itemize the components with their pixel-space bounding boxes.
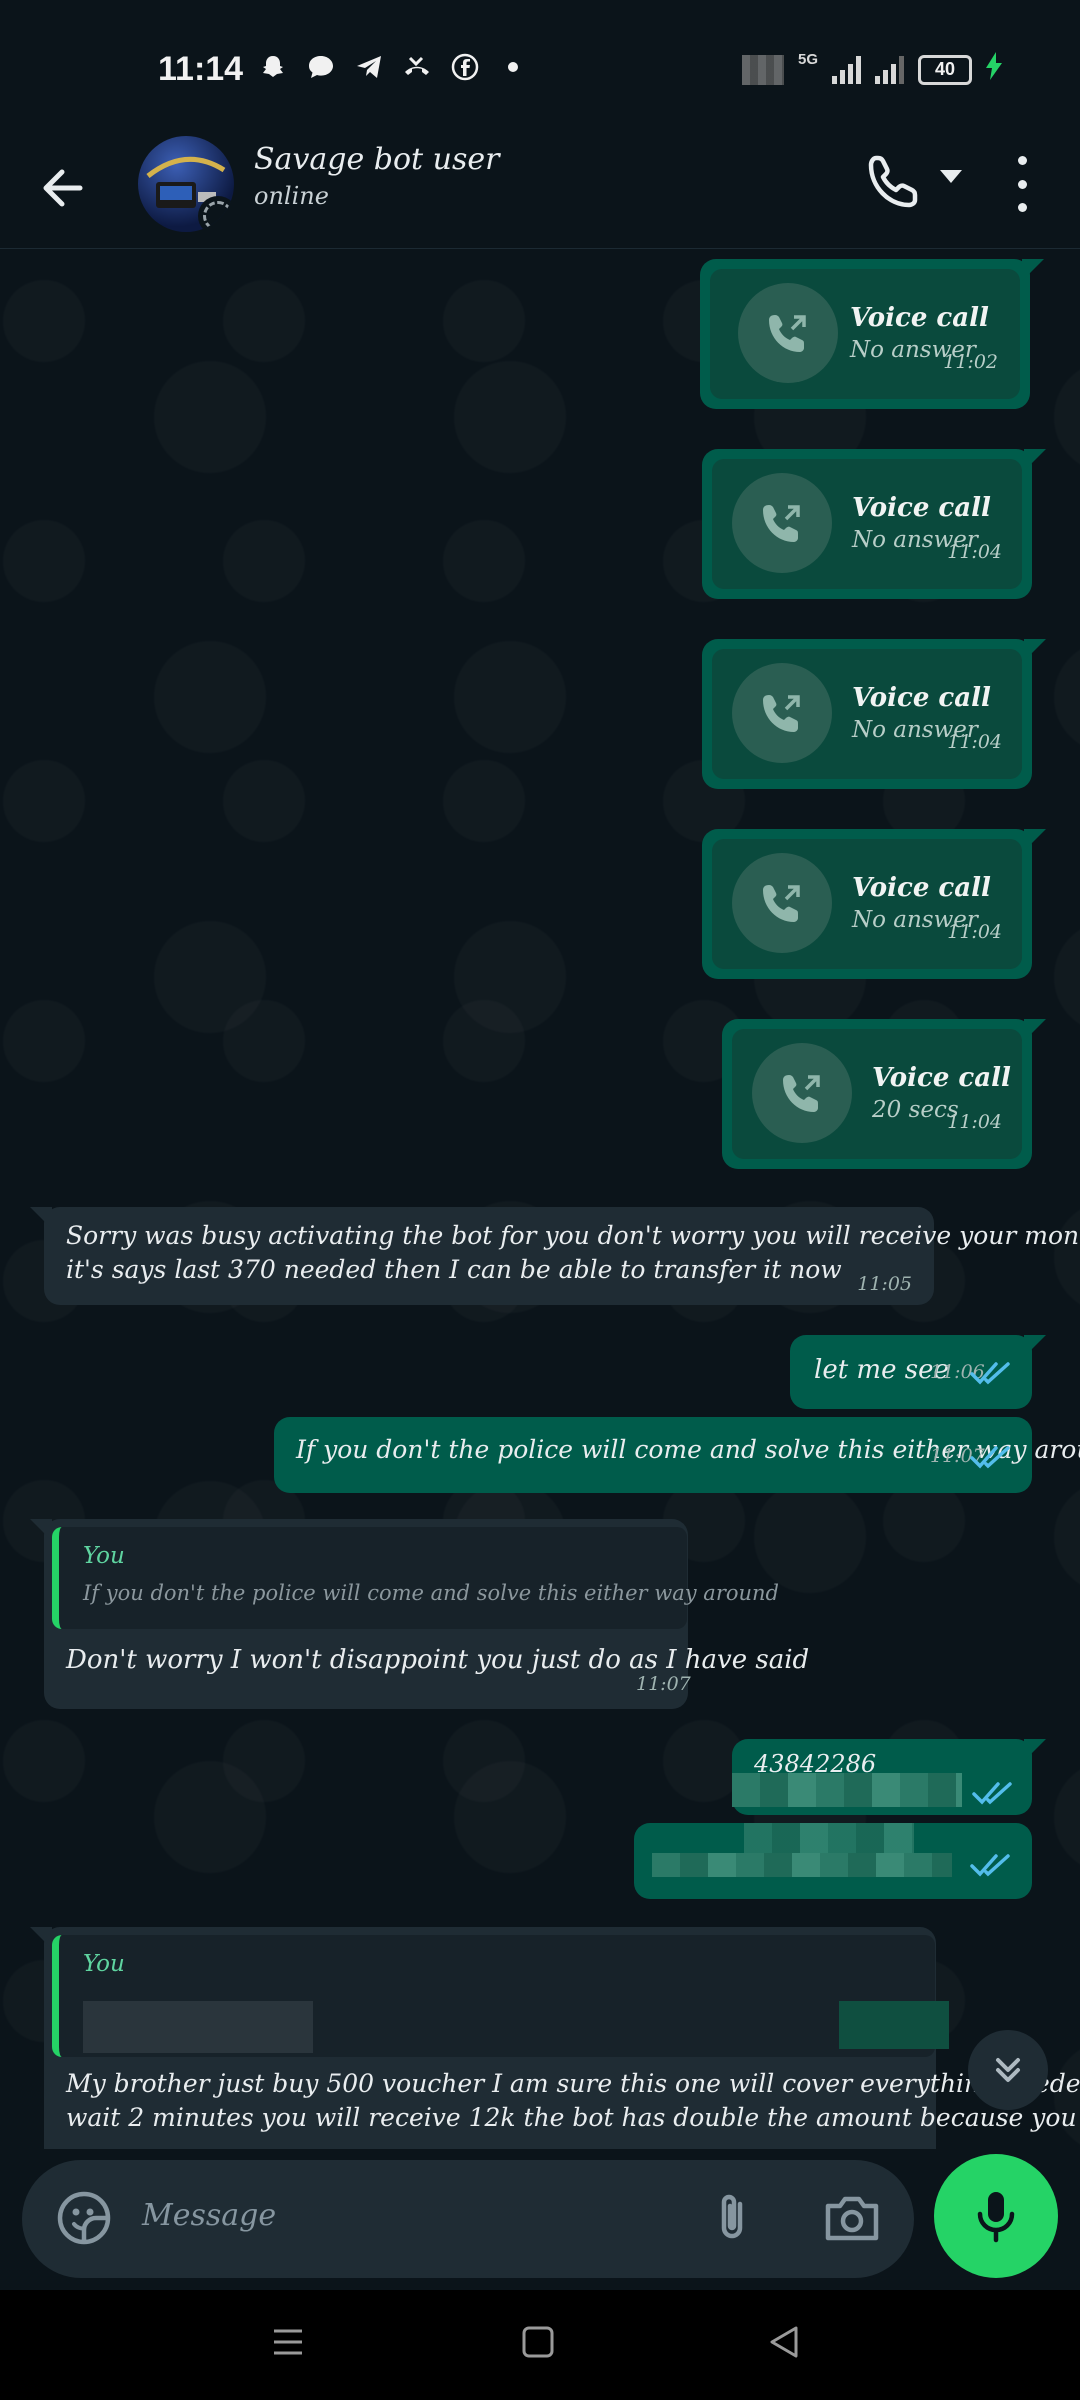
phone-icon (868, 155, 918, 208)
battery-level: 40 (934, 59, 956, 79)
call-title: Voice call (850, 303, 989, 333)
voice-message-button[interactable] (934, 2154, 1058, 2278)
signal-strength-icon (832, 55, 861, 84)
call-title: Voice call (852, 873, 991, 903)
chat-bubble-icon (306, 52, 336, 82)
redacted-area (732, 1773, 962, 1807)
scroll-to-bottom-button[interactable] (968, 2030, 1048, 2110)
more-notifications-dot-icon (498, 52, 528, 82)
outgoing-call-icon (732, 663, 832, 763)
quote-text: If you don't the police will come and so… (83, 1581, 779, 1605)
outgoing-message[interactable]: 43842286 (732, 1739, 1046, 1815)
call-title: Voice call (872, 1063, 1011, 1093)
camera-icon (825, 2196, 879, 2241)
call-message[interactable]: Voice call No answer 11:04 (702, 449, 1046, 599)
quote-thumbnail (839, 2001, 949, 2049)
snapchat-icon (258, 52, 288, 82)
message-time: 11:02 (943, 351, 998, 373)
emoji-sticker-button[interactable] (54, 2188, 114, 2248)
outgoing-call-icon (732, 473, 832, 573)
outgoing-message[interactable]: let me see 11:06 (790, 1335, 1046, 1409)
message-time: 11:07 (636, 1673, 691, 1695)
recent-apps-icon[interactable] (270, 2324, 306, 2360)
message-time: 11:04 (947, 541, 1002, 563)
call-title: Voice call (852, 493, 991, 523)
message-input[interactable]: Message (142, 2198, 276, 2233)
call-message[interactable]: Voice call No answer 11:02 (700, 259, 1044, 409)
redacted-area (744, 1823, 914, 1853)
message-text-line: My brother just buy 500 voucher I am sur… (66, 2069, 1080, 2098)
message-time: 11:05 (857, 1273, 912, 1295)
quoted-message[interactable]: You (52, 1935, 949, 2057)
call-duration: 20 secs (872, 1097, 959, 1123)
message-composer: Message (22, 2160, 914, 2278)
redacted-area (652, 1853, 952, 1877)
attach-button[interactable] (706, 2190, 762, 2246)
scroll-down-icon (996, 2058, 1020, 2082)
message-time: 11:04 (947, 731, 1002, 753)
call-title: Voice call (852, 683, 991, 713)
incoming-reply-message[interactable]: You If you don't the police will come an… (30, 1519, 809, 1709)
camera-button[interactable] (822, 2190, 882, 2246)
emoji-sticker-icon (57, 2191, 111, 2245)
quote-author: You (83, 1951, 125, 1977)
message-text-line: wait 2 minutes you will receive 12k the … (66, 2103, 1080, 2132)
battery-icon: 40 (918, 54, 972, 85)
call-options-caret-icon[interactable] (940, 170, 962, 183)
quote-author: You (83, 1543, 125, 1569)
back-button[interactable] (36, 160, 92, 216)
read-ticks-icon (970, 1854, 1010, 1877)
read-ticks-icon (970, 1362, 1010, 1385)
contact-name[interactable]: Savage bot user (254, 142, 499, 177)
outgoing-message[interactable] (634, 1823, 1032, 1899)
avatar[interactable] (138, 136, 234, 232)
outgoing-message[interactable]: If you don't the police will come and so… (274, 1417, 1080, 1493)
status-time: 11:14 (158, 50, 244, 88)
signal-strength-2-icon (875, 55, 904, 84)
message-text: let me see (814, 1355, 949, 1385)
system-navigation-bar (0, 2290, 1080, 2400)
message-text-line: it's says last 370 needed then I can be … (66, 1255, 842, 1284)
mic-icon (977, 2192, 1015, 2243)
outgoing-call-icon (732, 853, 832, 953)
chat-screen: 11:14 5G 40 Savage bot user online Voice… (0, 0, 1080, 2400)
outgoing-call-icon (752, 1043, 852, 1143)
missed-call-icon (402, 52, 432, 82)
call-message[interactable]: Voice call No answer 11:04 (702, 639, 1046, 789)
attach-icon (721, 2194, 743, 2239)
voice-call-button[interactable] (864, 152, 924, 212)
message-text-line: Sorry was busy activating the bot for yo… (66, 1221, 1080, 1250)
outgoing-call-icon (738, 283, 838, 383)
charging-icon (986, 52, 1002, 87)
status-bar: 11:14 5G 40 (0, 0, 1080, 140)
chat-messages[interactable]: Voice call No answer 11:02 Voice call No… (0, 249, 1080, 2149)
more-options-button[interactable] (1010, 156, 1034, 212)
notification-icons (258, 52, 528, 82)
contact-status: online (254, 182, 329, 210)
facebook-icon (450, 52, 480, 82)
call-message[interactable]: Voice call No answer 11:04 (702, 829, 1046, 979)
message-time: 11:04 (947, 1111, 1002, 1133)
message-time: 11:04 (947, 921, 1002, 943)
status-ring-icon (198, 196, 234, 232)
telegram-icon (354, 52, 384, 82)
back-nav-icon[interactable] (766, 2324, 802, 2360)
incoming-message[interactable]: Sorry was busy activating the bot for yo… (30, 1207, 1080, 1305)
home-icon[interactable] (520, 2324, 556, 2360)
chat-header: Savage bot user online (0, 130, 1080, 249)
redacted-status-icon (741, 54, 784, 85)
incoming-reply-message[interactable]: You My brother just buy 500 voucher I am… (30, 1927, 1080, 2149)
system-status: 5G 40 (741, 51, 1002, 87)
read-ticks-icon (972, 1782, 1012, 1805)
quoted-message[interactable]: You If you don't the police will come an… (52, 1527, 779, 1629)
redacted-quote-text (83, 2001, 313, 2053)
network-type: 5G (797, 51, 818, 68)
call-message[interactable]: Voice call 20 secs 11:04 (722, 1019, 1046, 1169)
read-ticks-icon (970, 1446, 1010, 1469)
back-arrow-icon (43, 169, 83, 207)
message-text: Don't worry I won't disappoint you just … (66, 1645, 810, 1675)
